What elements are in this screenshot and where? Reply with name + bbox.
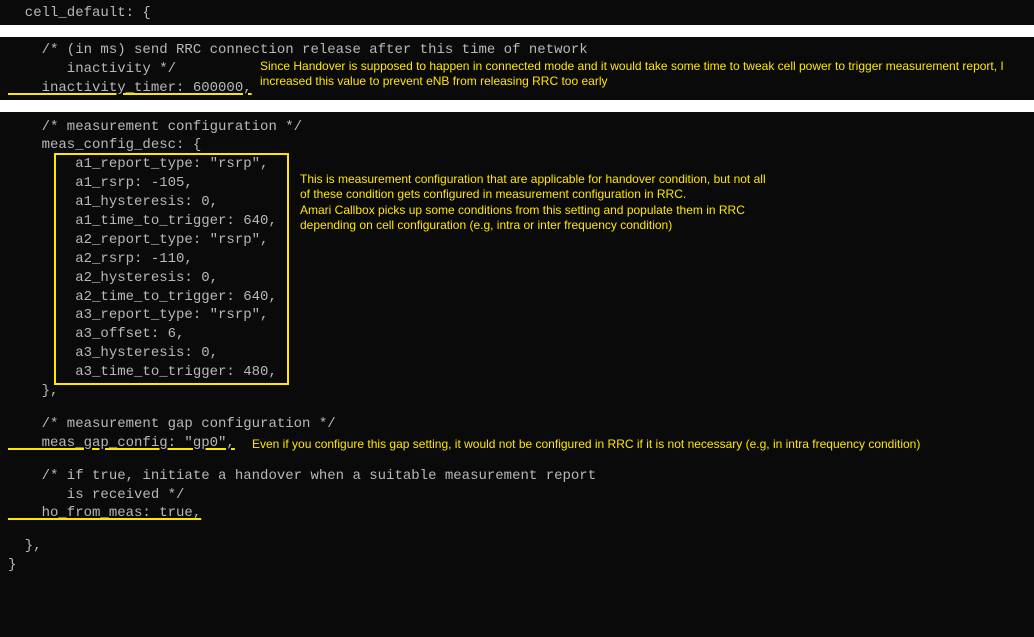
close-brace-2: } — [8, 556, 1026, 575]
config-param: a2_rsrp: -110, — [8, 250, 1026, 269]
ho-setting-underlined: ho_from_meas: true, — [8, 505, 201, 521]
ho-comment-line2: is received */ — [8, 486, 1026, 505]
cell-default-open: cell_default: { — [8, 4, 1026, 23]
meas-config-open: meas_config_desc: { — [8, 136, 1026, 155]
config-param: a3_report_type: "rsrp", — [8, 306, 1026, 325]
inactivity-section: /* (in ms) send RRC connection release a… — [0, 37, 1034, 100]
ho-comment-line1: /* if true, initiate a handover when a s… — [8, 467, 1026, 486]
config-param: a3_offset: 6, — [8, 325, 1026, 344]
meas-config-close: }, — [8, 382, 1026, 401]
config-param: a2_hysteresis: 0, — [8, 269, 1026, 288]
meas-config-section: /* measurement configuration */ meas_con… — [0, 112, 1034, 578]
meas-config-annotation: This is measurement configuration that a… — [300, 172, 1000, 234]
separator-bar-1 — [0, 25, 1034, 37]
comment-line: /* (in ms) send RRC connection release a… — [8, 41, 1026, 60]
code-top-section: cell_default: { — [0, 0, 1034, 25]
config-param: a3_hysteresis: 0, — [8, 344, 1026, 363]
close-brace-1: }, — [8, 537, 1026, 556]
gap-comment: /* measurement gap configuration */ — [8, 415, 1026, 434]
meas-config-comment: /* measurement configuration */ — [8, 118, 1026, 137]
gap-setting-underlined: meas_gap_config: "gp0", — [8, 435, 235, 451]
inactivity-timer-underlined: inactivity_timer: 600000, — [8, 80, 252, 96]
config-param: a3_time_to_trigger: 480, — [8, 363, 1026, 382]
inactivity-annotation: Since Handover is supposed to happen in … — [260, 59, 1020, 90]
separator-bar-2 — [0, 100, 1034, 112]
gap-annotation: Even if you configure this gap setting, … — [252, 437, 1022, 453]
ho-setting: ho_from_meas: true, — [8, 504, 1026, 523]
config-param: a2_time_to_trigger: 640, — [8, 288, 1026, 307]
